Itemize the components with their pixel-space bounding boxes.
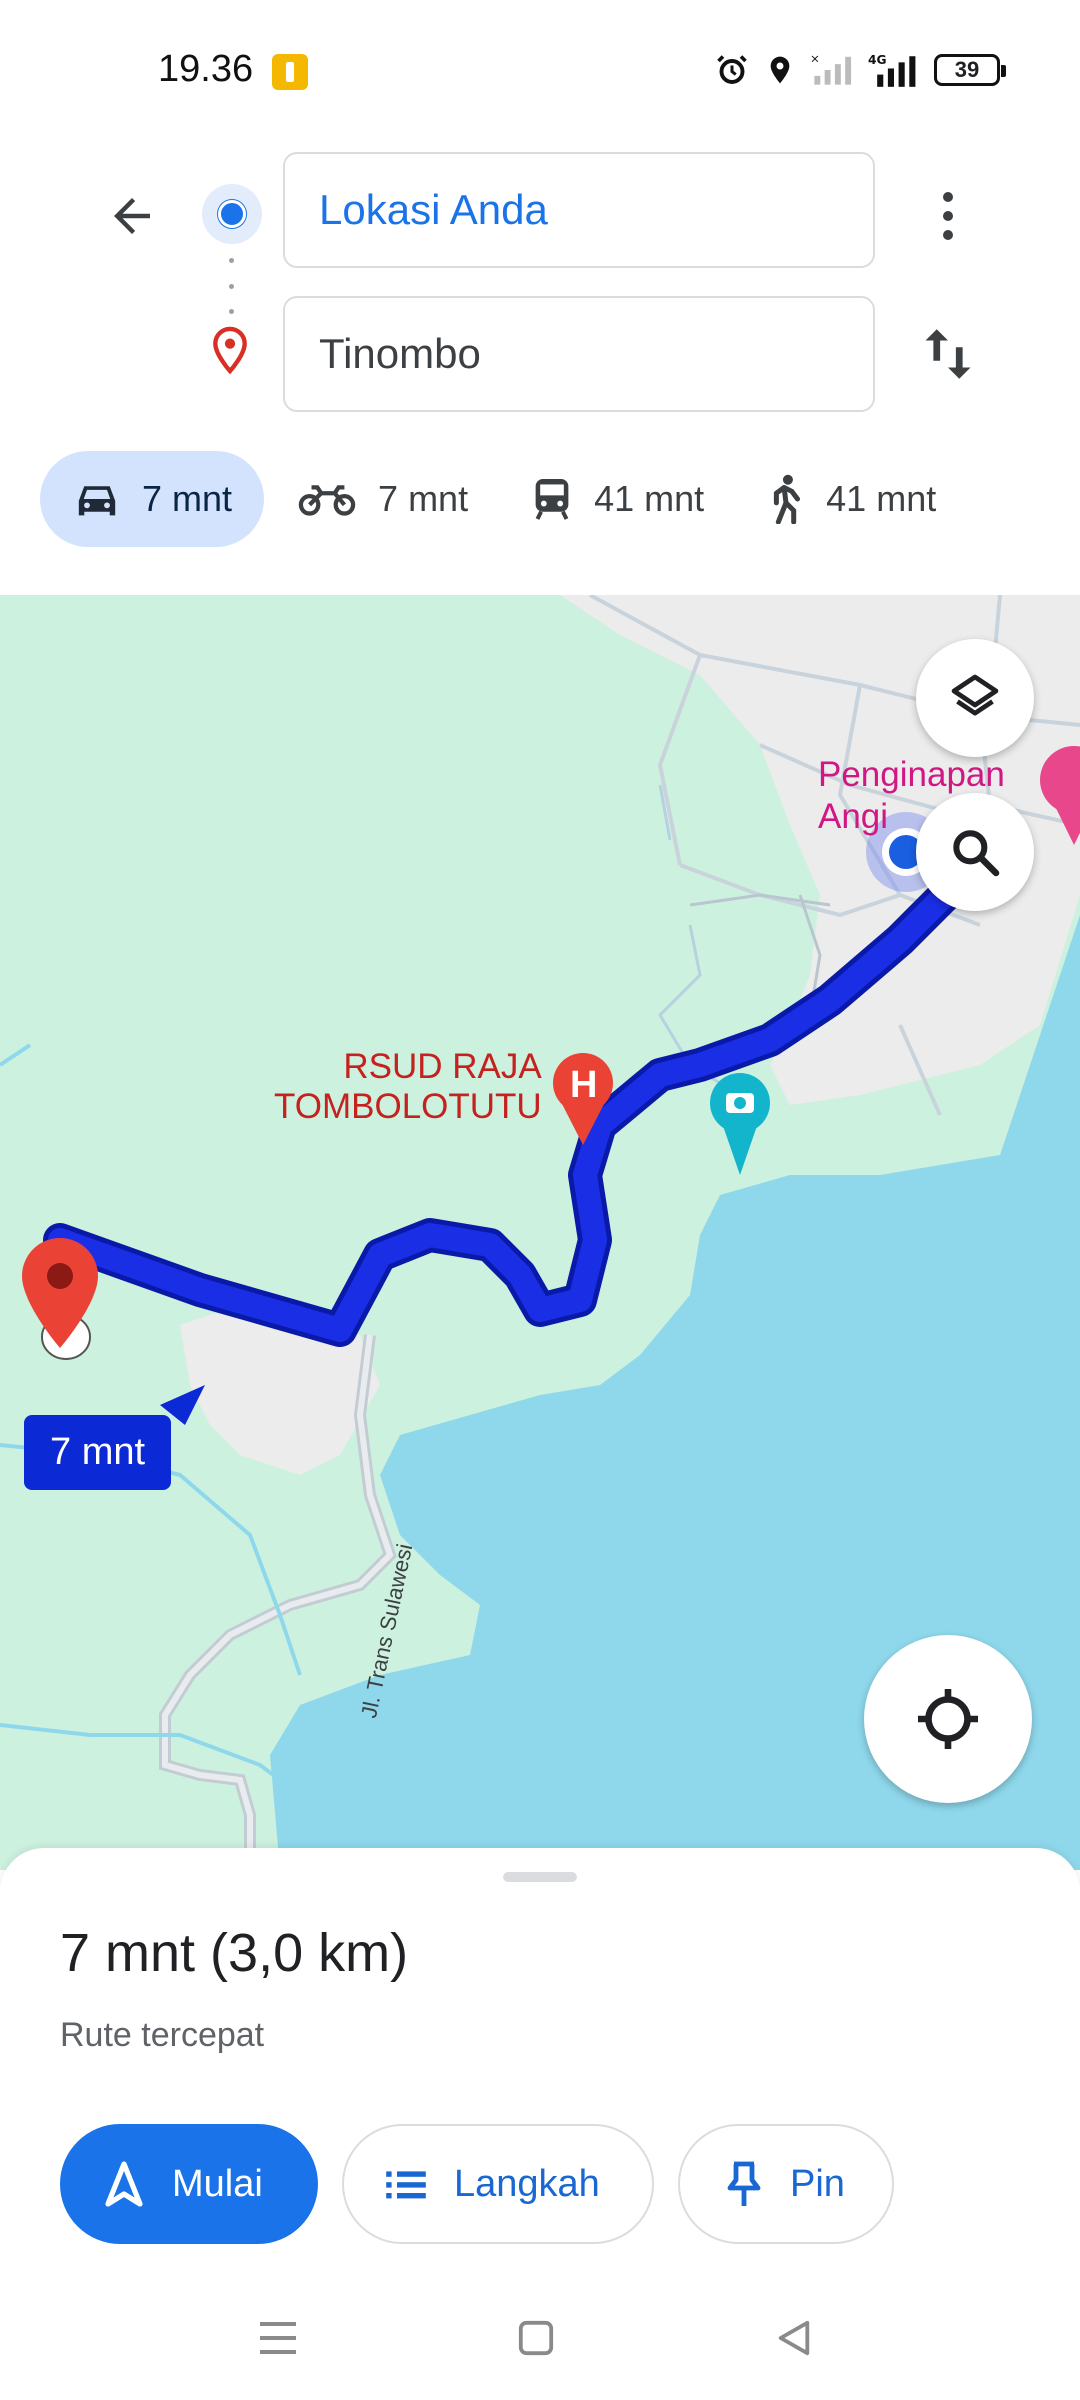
crosshair-icon [918,1689,978,1749]
map-view[interactable]: H RSUD RAJA TOMBOLOTUTU Penginapan Angi … [0,595,1080,1870]
notification-key-icon [272,54,308,90]
back-button[interactable] [96,180,168,252]
lodging-label[interactable]: Penginapan [818,755,1005,795]
search-along-route-button[interactable] [916,793,1034,911]
swap-vertical-icon [925,329,971,379]
mode-walk[interactable]: 41 mnt [738,451,966,547]
more-options-button[interactable] [920,180,976,252]
sheet-drag-handle[interactable] [503,1872,577,1882]
destination-marker-icon [208,326,252,379]
motorcycle-icon [298,485,356,516]
route-summary: 7 mnt (3,0 km) [60,1923,409,1983]
my-location-button[interactable] [864,1635,1032,1803]
route-eta-badge[interactable]: 7 mnt [24,1415,172,1490]
back-triangle-icon [778,2320,810,2356]
route-actions: Mulai Langkah Pin [60,2124,894,2244]
recent-apps-button[interactable] [250,2310,306,2366]
directions-header: Lokasi Anda Tinombo 7 mnt 7 mnt 41 mnt 4… [0,140,1080,595]
steps-button[interactable]: Langkah [342,2124,654,2244]
layers-button[interactable] [916,639,1034,757]
mode-transit-label: 41 mnt [594,478,705,519]
alarm-icon [717,55,747,84]
mode-car-label: 7 mnt [142,478,233,519]
car-icon [78,486,116,516]
hospital-label-line2: TOMBOLOTUTU [274,1087,542,1126]
pushpin-icon [727,2161,761,2206]
back-nav-button[interactable] [766,2310,822,2366]
location-icon [770,56,790,84]
swap-locations-button[interactable] [912,318,984,390]
svg-text:×: × [810,52,820,66]
route-connector [228,258,234,314]
signal-sim1-icon: × [810,52,852,85]
menu-lines-icon [260,2322,296,2354]
navigation-arrow-icon [105,2161,143,2207]
search-icon [953,830,1000,877]
mode-motorcycle[interactable]: 7 mnt [276,451,498,547]
destination-pin-icon [22,1238,98,1360]
mode-car[interactable]: 7 mnt [40,451,265,547]
status-time: 19.36 [158,48,254,90]
svg-text:4G: 4G [868,53,887,67]
steps-button-label: Langkah [454,2162,600,2205]
pin-button[interactable]: Pin [678,2124,894,2244]
list-icon [386,2171,426,2199]
destination-field[interactable]: Tinombo [283,296,875,412]
start-button-label: Mulai [172,2162,263,2205]
battery-level: 39 [954,57,980,82]
pin-button-label: Pin [790,2162,845,2205]
travel-mode-bar: 7 mnt 7 mnt 41 mnt 41 mnt [40,451,966,547]
transit-icon [535,479,569,520]
origin-marker-icon [202,184,262,244]
home-button[interactable] [508,2310,564,2366]
layers-icon [951,674,999,716]
start-button[interactable]: Mulai [60,2124,318,2244]
hospital-label-line1: RSUD RAJA [343,1047,542,1086]
signal-sim2-icon: 4G [868,53,916,87]
mode-motorcycle-label: 7 mnt [378,478,469,519]
lodging-label-line2: Angi [818,797,889,836]
svg-text:H: H [570,1064,597,1106]
walk-icon [774,474,801,524]
home-square-icon [518,2320,554,2356]
mode-transit[interactable]: 41 mnt [502,451,734,547]
status-icons: × 4G 39 [714,48,1006,92]
battery-indicator: 39 [934,54,1006,86]
status-bar: 19.36 × 4G 39 [0,0,1080,140]
route-subtitle: Rute tercepat [60,2016,265,2054]
origin-field[interactable]: Lokasi Anda [283,152,875,268]
mode-walk-label: 41 mnt [826,478,937,519]
hospital-label[interactable]: RSUD RAJA TOMBOLOTUTU [274,1047,542,1127]
arrow-left-icon [114,198,150,234]
